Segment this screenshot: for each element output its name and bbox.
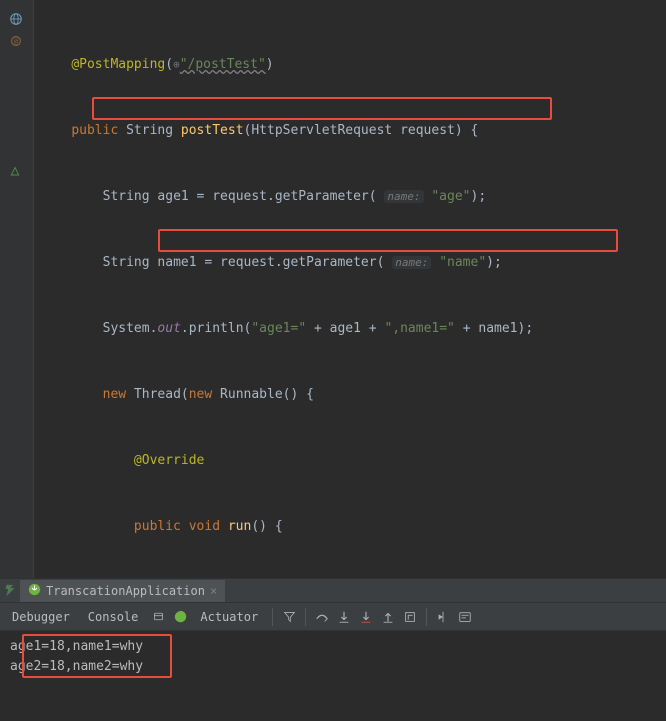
debugger-tab-button[interactable]: Debugger xyxy=(4,608,78,626)
debug-toolbar: Debugger Console Actuator xyxy=(0,603,666,631)
implements-gutter-icon[interactable] xyxy=(9,166,23,180)
annotation-postmapping: @PostMapping xyxy=(71,57,165,72)
console-line: age1=18,name1=why xyxy=(10,637,656,657)
evaluate-expression-icon[interactable] xyxy=(455,607,475,627)
code-editor[interactable]: @ @PostMapping(⊕"/postTest") public Stri… xyxy=(0,0,666,578)
endpoints-icon[interactable] xyxy=(148,607,168,627)
debug-tool-window: TranscationApplication × Debugger Consol… xyxy=(0,578,666,721)
run-tab-bar: TranscationApplication × xyxy=(0,579,666,603)
annotation-override: @Override xyxy=(134,453,204,468)
close-icon[interactable]: × xyxy=(210,584,217,598)
console-tab-button[interactable]: Console xyxy=(80,608,147,626)
web-endpoint-icon[interactable] xyxy=(9,12,23,26)
actuator-icon[interactable] xyxy=(170,607,190,627)
globe-inline-icon: ⊕ xyxy=(173,58,180,71)
step-into-icon[interactable] xyxy=(334,607,354,627)
mapping-path: "/postTest" xyxy=(180,57,266,72)
actuator-tab-button[interactable]: Actuator xyxy=(192,608,266,626)
step-over-icon[interactable] xyxy=(312,607,332,627)
step-out-icon[interactable] xyxy=(378,607,398,627)
toolbar-separator xyxy=(305,608,306,626)
run-tab-active[interactable]: TranscationApplication × xyxy=(20,580,225,602)
toolbar-separator xyxy=(272,608,273,626)
override-gutter-icon[interactable]: @ xyxy=(9,34,23,48)
filter-icon[interactable] xyxy=(279,607,299,627)
run-tab-title: TranscationApplication xyxy=(46,584,205,598)
drop-frame-icon[interactable] xyxy=(400,607,420,627)
editor-gutter: @ xyxy=(0,0,34,578)
method-name: postTest xyxy=(181,123,244,138)
spring-boot-icon xyxy=(28,583,41,599)
console-line: age2=18,name2=why xyxy=(10,657,656,677)
force-step-into-icon[interactable] xyxy=(356,607,376,627)
run-config-icon[interactable] xyxy=(0,579,20,603)
console-output[interactable]: age1=18,name1=why age2=18,name2=why xyxy=(0,631,666,721)
code-content[interactable]: @PostMapping(⊕"/postTest") public String… xyxy=(40,10,666,578)
toolbar-separator xyxy=(426,608,427,626)
run-to-cursor-icon[interactable] xyxy=(433,607,453,627)
